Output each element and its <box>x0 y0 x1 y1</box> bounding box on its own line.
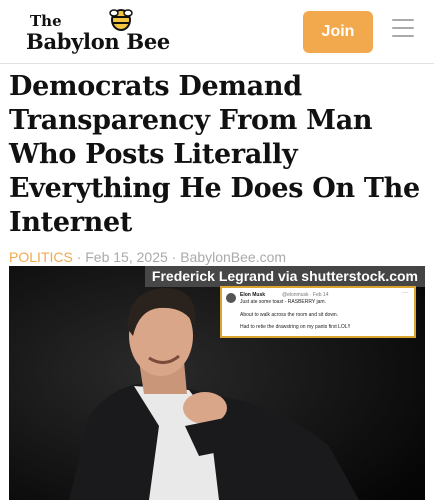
join-button[interactable]: Join <box>303 11 373 53</box>
tweet-line: Had to retie the drawstring on my pants … <box>240 324 351 330</box>
article-headline: Democrats Demand Transparency From Man W… <box>9 71 420 238</box>
photo-credit: Frederick Legrand via shutterstock.com <box>144 266 425 287</box>
category-link[interactable]: POLITICS <box>9 249 73 265</box>
tweet-handle: @elonmusk · Feb 14 <box>282 292 329 298</box>
tweet-line: Just ate some toast - RASBERRY jam. <box>240 299 326 305</box>
site-logo[interactable]: The Babylon Bee <box>26 6 176 58</box>
site-header: The Babylon Bee Join <box>0 0 434 64</box>
tweet-avatar <box>226 293 236 303</box>
article-source: BabylonBee.com <box>180 249 287 265</box>
embedded-tweet: Elon Musk @elonmusk · Feb 14 ··· Just at… <box>220 286 416 338</box>
meta-separator: · <box>171 249 177 265</box>
article-date: Feb 15, 2025 <box>85 249 168 265</box>
article-meta: POLITICS · Feb 15, 2025 · BabylonBee.com <box>9 249 286 265</box>
tweet-author: Elon Musk <box>240 292 266 298</box>
more-icon: ··· <box>402 290 408 296</box>
logo-the: The <box>30 12 62 30</box>
hamburger-menu-icon[interactable] <box>392 19 414 37</box>
article-image: Frederick Legrand via shutterstock.com E… <box>9 266 425 500</box>
tweet-line: About to walk across the room and sit do… <box>240 312 339 318</box>
meta-separator: · <box>76 249 82 265</box>
logo-wordmark: Babylon Bee <box>26 29 170 54</box>
